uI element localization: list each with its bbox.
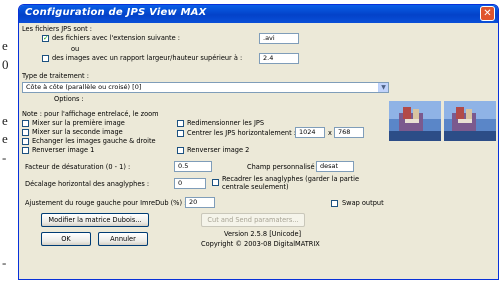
- preview-right-image: [444, 101, 496, 141]
- center-width-input[interactable]: 1024: [295, 127, 325, 138]
- close-icon: ✕: [483, 8, 492, 19]
- anaglyph-offset-input[interactable]: 0: [174, 178, 206, 189]
- checkmark-icon: ✓: [43, 34, 49, 42]
- extension-input[interactable]: .avi: [259, 33, 299, 44]
- crop-anaglyph-checkbox[interactable]: [212, 179, 219, 186]
- background-char: e: [2, 113, 8, 128]
- swap-output-checkbox[interactable]: [331, 200, 338, 207]
- option-checkbox[interactable]: [22, 138, 29, 145]
- background-char: 0: [2, 57, 9, 72]
- window-title: Configuration de JPS View MAX: [25, 7, 207, 18]
- note-text: Note : pour l'affichage entrelacé, le zo…: [22, 110, 159, 118]
- red-adjust-input[interactable]: 20: [185, 197, 215, 208]
- custom-field-input[interactable]: desat: [316, 161, 354, 172]
- background-char: -: [2, 150, 7, 165]
- option-label: Renverser image 2: [187, 146, 250, 154]
- cancel-button[interactable]: Annuler: [98, 232, 148, 246]
- ratio-checkbox-label: des images avec un rapport largeur/haute…: [52, 54, 243, 62]
- background-char: -: [2, 255, 7, 270]
- option-label: Redimensionner les JPS: [187, 119, 265, 127]
- option-label: Renverser image 1: [32, 146, 95, 154]
- background-char: e: [2, 38, 8, 53]
- ext-checkbox-label: des fichiers avec l'extension suivante :: [52, 34, 180, 42]
- option-checkbox[interactable]: [22, 120, 29, 127]
- option-label: Mixer sur la première image: [32, 119, 125, 127]
- option-label: Mixer sur la seconde image: [32, 128, 123, 136]
- dubois-matrix-button[interactable]: Modifier la matrice Dubois...: [41, 213, 149, 227]
- cut-send-button[interactable]: Cut and Send paramaters...: [201, 213, 305, 227]
- custom-field-label: Champ personnalisé :: [247, 163, 319, 171]
- option-checkbox[interactable]: [177, 120, 184, 127]
- background-page-text: e 0 e e - -: [0, 0, 16, 283]
- title-bar[interactable]: Configuration de JPS View MAX ✕: [19, 5, 498, 23]
- option-checkbox[interactable]: [177, 130, 184, 137]
- desat-label: Facteur de désaturation (0 - 1) :: [25, 163, 131, 171]
- chevron-down-icon[interactable]: ▼: [378, 83, 388, 92]
- processing-select[interactable]: Côte à côte (parallèle ou croisé) [0] ▼: [22, 82, 389, 93]
- or-label: ou: [71, 45, 80, 53]
- ratio-checkbox[interactable]: [42, 55, 49, 62]
- ok-button[interactable]: OK: [41, 232, 91, 246]
- option-checkbox[interactable]: [177, 147, 184, 154]
- option-checkbox[interactable]: [22, 129, 29, 136]
- ext-checkbox[interactable]: ✓: [42, 35, 49, 42]
- option-checkbox[interactable]: [22, 147, 29, 154]
- processing-label: Type de traitement :: [22, 72, 89, 80]
- times-label: x: [328, 129, 332, 137]
- processing-selected: Côte à côte (parallèle ou croisé) [0]: [26, 83, 142, 91]
- preview-left-image: [389, 101, 441, 141]
- swap-output-label: Swap output: [342, 199, 384, 207]
- dialog-content: Les fichiers JPS sont : ✓ des fichiers a…: [19, 23, 498, 279]
- ratio-input[interactable]: 2.4: [259, 53, 299, 64]
- anaglyph-offset-label: Décalage horizontal des anaglyphes :: [25, 180, 150, 188]
- desat-input[interactable]: 0.5: [174, 161, 212, 172]
- crop-anaglyph-label: Recadrer les anaglyphes (garder la parti…: [222, 175, 359, 183]
- background-char: e: [2, 131, 8, 146]
- center-height-input[interactable]: 768: [334, 127, 364, 138]
- red-adjust-label: Ajustement du rouge gauche pour ImreDub …: [25, 199, 187, 207]
- config-dialog: Configuration de JPS View MAX ✕ Les fich…: [18, 4, 499, 280]
- option-label: Centrer les JPS horizontalement :: [187, 129, 296, 137]
- version-text: Version 2.5.8 [Unicode]: [224, 230, 302, 238]
- copyright-text: Copyright © 2003-08 DigitalMATRIX: [201, 240, 320, 248]
- crop-anaglyph-label-2: centrale seulement): [222, 183, 289, 191]
- files-section-label: Les fichiers JPS sont :: [22, 25, 92, 33]
- option-label: Echanger les images gauche & droite: [32, 137, 156, 145]
- options-label: Options :: [54, 95, 84, 103]
- close-button[interactable]: ✕: [480, 6, 495, 21]
